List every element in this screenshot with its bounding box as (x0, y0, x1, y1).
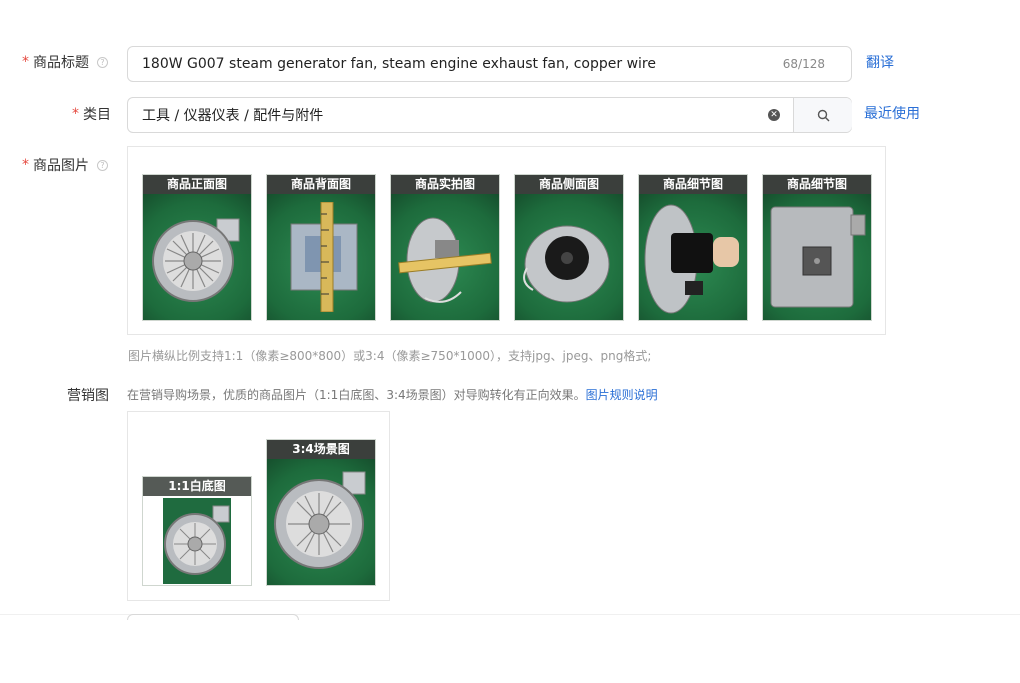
title-label: * 商品标题 ? (22, 52, 108, 72)
category-label: * 类目 (72, 104, 111, 124)
title-char-counter: 68/128 (782, 57, 825, 71)
required-star: * (72, 106, 79, 122)
clear-icon[interactable]: ✕ (768, 109, 780, 121)
images-label: * 商品图片 ? (22, 155, 108, 175)
blower-side-measure-icon (391, 194, 499, 320)
blower-fan-front-icon (267, 459, 375, 585)
translate-link[interactable]: 翻译 (866, 52, 894, 72)
marketing-image-square[interactable]: 1:1白底图 (142, 476, 252, 586)
thumb-caption: 3:4场景图 (267, 440, 375, 459)
thumb-caption: 商品细节图 (763, 175, 871, 194)
thumb-caption: 商品细节图 (639, 175, 747, 194)
search-icon (817, 109, 829, 121)
recent-used-link[interactable]: 最近使用 (864, 103, 920, 123)
category-label-text: 类目 (83, 107, 111, 123)
marketing-label: 营销图 (67, 385, 109, 405)
marketing-description: 在营销导购场景，优质的商品图片（1:1白底图、3:4场景图）对导购转化有正向效果… (127, 386, 658, 403)
thumb-caption: 商品背面图 (267, 175, 375, 194)
blower-motor-side-icon (515, 194, 623, 320)
required-star: * (22, 157, 29, 173)
next-field-edge (127, 614, 299, 620)
images-format-hint: 图片横纵比例支持1:1（像素≥800*800）或3:4（像素≥750*1000）… (128, 349, 652, 363)
marketing-label-text: 营销图 (67, 388, 109, 404)
product-image-thumb[interactable]: 商品背面图 (266, 174, 376, 321)
image-rules-link[interactable]: 图片规则说明 (586, 388, 658, 402)
category-search-button[interactable] (793, 98, 852, 132)
product-image-thumb[interactable]: 商品实拍图 (390, 174, 500, 321)
required-star: * (22, 54, 29, 70)
marketing-images-panel: 1:1白底图 3:4场景图 (127, 411, 390, 601)
product-images-panel: 商品正面图 商品背面图 商品实拍图 商品侧面图 商品细节图 商品细节图 (127, 146, 886, 335)
category-value: 工具 / 仪器仪表 / 配件与附件 (142, 108, 324, 124)
thumb-caption: 商品正面图 (143, 175, 251, 194)
product-image-thumb[interactable]: 商品细节图 (638, 174, 748, 321)
help-icon[interactable]: ? (97, 159, 108, 171)
help-icon[interactable]: ? (97, 56, 108, 68)
thumb-caption: 商品侧面图 (515, 175, 623, 194)
marketing-description-text: 在营销导购场景，优质的商品图片（1:1白底图、3:4场景图）对导购转化有正向效果… (127, 388, 586, 402)
product-image-thumb[interactable]: 商品正面图 (142, 174, 252, 321)
title-input-value: 180W G007 steam generator fan, steam eng… (142, 56, 656, 72)
blower-back-plate-icon (763, 194, 871, 320)
product-image-thumb[interactable]: 商品细节图 (762, 174, 872, 321)
blower-fan-front-icon (143, 496, 251, 585)
blower-back-with-tape-icon (267, 194, 375, 320)
title-label-text: 商品标题 (33, 55, 89, 71)
marketing-image-scene[interactable]: 3:4场景图 (266, 439, 376, 586)
thumb-caption: 商品实拍图 (391, 175, 499, 194)
thumb-caption: 1:1白底图 (143, 477, 251, 496)
category-select[interactable]: 工具 / 仪器仪表 / 配件与附件 ✕ (127, 97, 852, 133)
blower-fan-front-icon (143, 194, 251, 320)
motor-detail-icon (639, 194, 747, 320)
product-image-thumb[interactable]: 商品侧面图 (514, 174, 624, 321)
title-input[interactable]: 180W G007 steam generator fan, steam eng… (127, 46, 852, 82)
images-label-text: 商品图片 (33, 158, 89, 174)
